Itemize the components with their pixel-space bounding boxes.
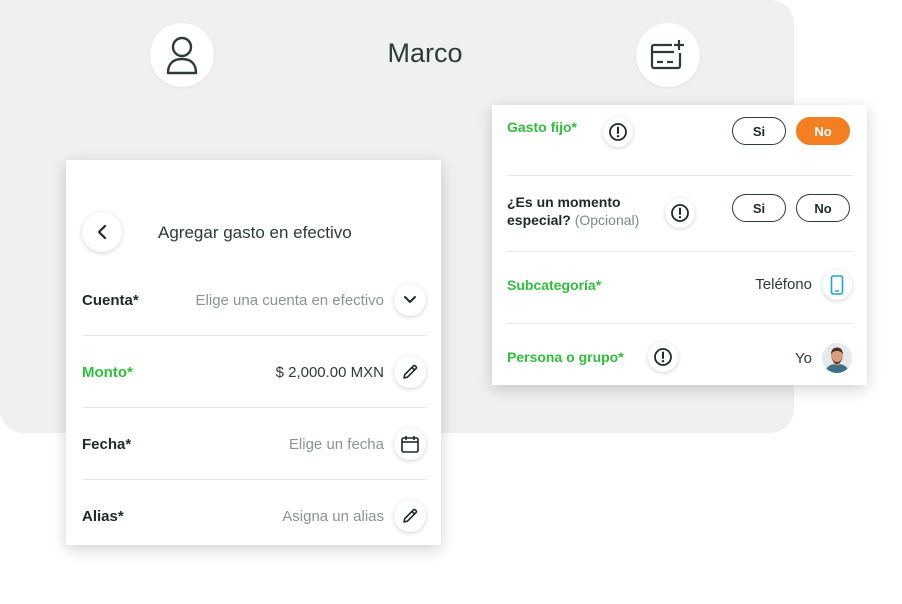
subcategory-row[interactable]: Subcategoría* Teléfono — [507, 252, 852, 324]
info-icon — [609, 123, 627, 141]
amount-label: Monto* — [82, 364, 133, 381]
chevron-left-icon — [97, 224, 107, 240]
date-label: Fecha* — [82, 436, 132, 453]
person-group-label: Persona o grupo* — [507, 349, 624, 365]
account-row[interactable]: Cuenta* Elige una cuenta en efectivo — [82, 264, 426, 336]
account-value: Elige una cuenta en efectivo — [195, 292, 384, 309]
profile-button[interactable] — [150, 23, 214, 87]
amount-edit-button[interactable] — [394, 356, 426, 388]
alias-value: Asigna un alias — [282, 508, 384, 525]
expense-details-panel: Gasto fijo* Si No ¿Es un momento especia… — [492, 105, 867, 385]
pencil-icon — [403, 364, 418, 379]
calendar-icon — [401, 436, 419, 453]
fixed-expense-label: Gasto fijo* — [507, 119, 578, 135]
alias-edit-button[interactable] — [394, 500, 426, 532]
optional-text: (Opcional) — [574, 212, 640, 228]
subcategory-value: Teléfono — [755, 276, 812, 293]
person-group-info-button[interactable] — [648, 342, 678, 372]
date-row[interactable]: Fecha* Elige un fecha — [82, 408, 426, 480]
person-group-row[interactable]: Persona o grupo* Yo — [507, 324, 852, 385]
chevron-down-icon — [404, 296, 416, 303]
card-add-icon — [650, 40, 684, 70]
fixed-expense-info-button[interactable] — [603, 117, 633, 147]
special-moment-label-line2: especial? — [507, 212, 571, 228]
info-icon — [654, 348, 672, 366]
add-card-button[interactable] — [636, 23, 700, 87]
date-picker-button[interactable] — [394, 428, 426, 460]
subcategory-label: Subcategoría* — [507, 277, 602, 293]
amount-value: $ 2,000.00 MXN — [275, 364, 384, 381]
panel-title: Agregar gasto en efectivo — [158, 223, 352, 242]
fixed-expense-no-button[interactable]: No — [796, 117, 850, 145]
special-moment-yes-button[interactable]: Si — [732, 194, 786, 222]
special-moment-info-button[interactable] — [665, 198, 695, 228]
user-icon — [166, 36, 198, 75]
back-button[interactable] — [82, 212, 122, 252]
account-dropdown-button[interactable] — [394, 284, 426, 316]
amount-row[interactable]: Monto* $ 2,000.00 MXN — [82, 336, 426, 408]
special-moment-no-button[interactable]: No — [796, 194, 850, 222]
date-value: Elige un fecha — [288, 436, 384, 453]
account-label: Cuenta* — [82, 292, 139, 309]
alias-row[interactable]: Alias* Asigna un alias — [82, 480, 426, 552]
user-name: Marco — [387, 38, 463, 68]
special-moment-row: ¿Es un momento especial? (Opcional) Si N… — [507, 176, 852, 252]
person-group-value: Yo — [795, 350, 812, 367]
special-moment-label: ¿Es un momento especial? (Opcional) — [507, 193, 639, 229]
fixed-expense-row: Gasto fijo* Si No — [507, 105, 852, 176]
info-icon — [671, 204, 689, 222]
subcategory-icon-button[interactable] — [822, 270, 852, 300]
special-moment-label-line1: ¿Es un momento — [507, 194, 621, 210]
fixed-expense-yes-button[interactable]: Si — [732, 117, 786, 145]
alias-label: Alias* — [82, 508, 124, 525]
avatar[interactable] — [822, 343, 852, 373]
add-cash-expense-panel: Agregar gasto en efectivo Cuenta* Elige … — [66, 160, 441, 545]
pencil-icon — [403, 508, 418, 523]
avatar-image — [822, 343, 852, 373]
phone-icon — [830, 275, 844, 295]
